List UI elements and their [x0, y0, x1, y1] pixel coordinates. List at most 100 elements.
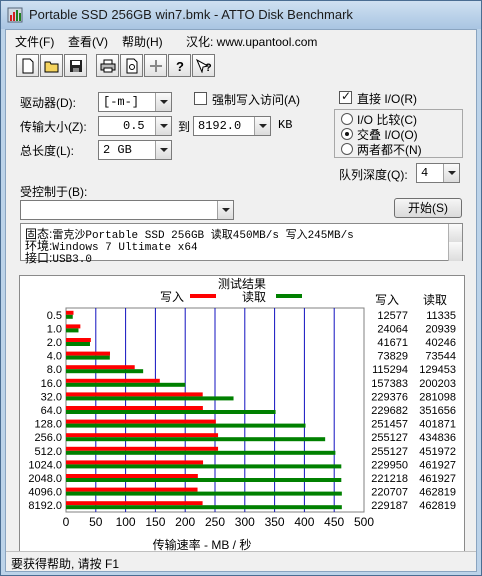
read-bar	[66, 382, 186, 387]
chevron-down-icon[interactable]	[217, 201, 233, 219]
open-folder-icon[interactable]	[40, 54, 63, 77]
write-value-label: 229376	[371, 391, 408, 403]
x-tick-label: 350	[265, 515, 285, 529]
print-preview-icon[interactable]	[120, 54, 143, 77]
save-disk-icon[interactable]	[64, 54, 87, 77]
write-bar	[66, 338, 91, 342]
drive-select[interactable]: [-m-]	[98, 92, 172, 112]
controlled-by-select[interactable]	[20, 200, 234, 220]
read-bar	[66, 423, 306, 428]
transfer-from-value: 0.5	[123, 119, 145, 133]
move-icon[interactable]	[144, 54, 167, 77]
read-bar	[66, 505, 342, 510]
read-bar	[66, 410, 276, 414]
window-title: Portable SSD 256GB win7.bmk - ATTO Disk …	[29, 7, 353, 22]
write-value-label: 255127	[371, 446, 408, 458]
write-value-label: 41671	[377, 337, 408, 349]
results-panel: 测试结果 写入 读取 写入 读取 0 50 100 150 200 250 300 350 40…	[19, 275, 465, 554]
context-help-icon[interactable]: ?	[192, 54, 215, 77]
read-value-label: 129453	[419, 364, 456, 376]
read-bar	[66, 369, 144, 374]
category-label: 32.0	[41, 391, 62, 403]
write-value-label: 73829	[377, 351, 408, 363]
write-bar	[66, 419, 216, 424]
read-bar	[66, 314, 73, 319]
queue-depth-value: 4	[421, 166, 429, 180]
transfer-unit: KB	[278, 118, 293, 132]
read-value-label: 281098	[419, 391, 456, 403]
new-file-icon[interactable]	[16, 54, 39, 77]
read-bar	[66, 478, 342, 482]
x-tick-label: 100	[116, 515, 136, 529]
write-bar	[66, 474, 198, 478]
transfer-size-label: 传输大小(Z):	[20, 120, 87, 134]
read-column-header: 读取	[423, 293, 447, 307]
start-button[interactable]: 开始(S)	[394, 198, 462, 218]
write-bar	[66, 487, 198, 492]
status-text: 要获得帮助, 请按 F1	[11, 557, 120, 571]
x-tick-label: 300	[235, 515, 255, 529]
chevron-down-icon[interactable]	[155, 141, 171, 159]
write-value-label: 255127	[371, 432, 408, 444]
x-tick-label: 150	[145, 515, 165, 529]
write-value-label: 12577	[377, 310, 408, 322]
write-value-label: 157383	[371, 378, 408, 390]
read-value-label: 73544	[425, 351, 456, 363]
read-value-label: 461927	[419, 473, 456, 485]
description-box[interactable]: 固态:雷克沙Portable SSD 256GB 读取450MB/s 写入245…	[20, 223, 463, 266]
write-bar	[66, 324, 81, 329]
read-value-label: 462819	[419, 487, 456, 499]
write-value-label: 221218	[371, 473, 408, 485]
chevron-down-icon[interactable]	[443, 164, 459, 182]
menu-localized-site[interactable]: 汉化: www.upantool.com	[186, 33, 317, 50]
queue-depth-select[interactable]: 4	[416, 163, 460, 183]
category-label: 8192.0	[28, 500, 62, 512]
read-value-label: 401871	[419, 419, 456, 431]
chevron-down-icon[interactable]	[254, 117, 270, 135]
menu-view[interactable]: 查看(V)	[68, 33, 108, 50]
help-icon[interactable]: ?	[168, 54, 191, 77]
print-icon[interactable]	[96, 54, 119, 77]
description-label-iface: 接口:	[25, 251, 53, 265]
read-value-label: 40246	[425, 337, 456, 349]
read-value-label: 200203	[419, 378, 456, 390]
x-axis-label: 传输速率 - MB / 秒	[153, 537, 252, 552]
io-overlap-radio[interactable]	[341, 128, 353, 140]
write-bar	[66, 310, 74, 315]
x-tick-label: 250	[205, 515, 225, 529]
force-write-checkbox[interactable]	[194, 92, 207, 105]
io-compare-radio[interactable]	[341, 113, 353, 125]
x-tick-label: 0	[63, 515, 70, 529]
read-value-label: 461927	[419, 459, 456, 471]
total-length-select[interactable]: 2 GB	[98, 140, 172, 160]
category-label: 16.0	[41, 378, 62, 390]
io-neither-radio[interactable]	[341, 143, 353, 155]
direct-io-checkbox[interactable]	[339, 89, 352, 104]
chevron-down-icon[interactable]	[155, 117, 171, 135]
controlled-by-label: 受控制于(B):	[20, 185, 88, 199]
write-value-label: 229950	[371, 459, 408, 471]
category-label: 2.0	[47, 337, 62, 349]
transfer-from-select[interactable]: 0.5	[98, 116, 172, 136]
queue-depth-label: 队列深度(Q):	[339, 168, 408, 182]
x-tick-label: 50	[89, 515, 103, 529]
write-value-label: 229682	[371, 405, 408, 417]
transfer-to-select[interactable]: 8192.0	[193, 116, 271, 136]
transfer-to-label: 到	[178, 120, 191, 134]
read-value-label: 434836	[419, 432, 456, 444]
legend-read-swatch	[276, 294, 302, 298]
chevron-down-icon[interactable]	[155, 93, 171, 111]
x-tick-label: 400	[294, 515, 314, 529]
category-label: 128.0	[34, 419, 62, 431]
menu-help[interactable]: 帮助(H)	[122, 33, 163, 50]
read-bar	[66, 396, 234, 401]
write-value-label: 24064	[377, 323, 408, 335]
menu-file[interactable]: 文件(F)	[15, 33, 54, 50]
menu-bar: 文件(F) 查看(V) 帮助(H) 汉化: www.upantool.com	[6, 30, 476, 51]
read-bar	[66, 342, 90, 346]
scroll-up-icon[interactable]	[448, 224, 462, 243]
x-tick-label: 450	[324, 515, 344, 529]
svg-text:?: ?	[176, 59, 184, 73]
scroll-down-icon[interactable]	[448, 242, 462, 261]
title-bar[interactable]: Portable SSD 256GB win7.bmk - ATTO Disk …	[1, 1, 481, 29]
